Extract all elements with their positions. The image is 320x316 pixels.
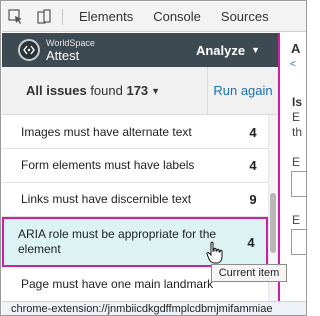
scrollbar-thumb[interactable] (270, 193, 276, 253)
details-text-fragment: E (292, 110, 301, 124)
list-item[interactable]: Links must have discernible text 9 (2, 183, 268, 217)
list-item-selected[interactable]: ARIA role must be appropriate for the el… (2, 217, 268, 267)
attest-logo-icon (18, 39, 40, 61)
details-text-fragment: th (292, 125, 303, 139)
device-toolbar-icon[interactable] (30, 2, 58, 32)
attest-header: WorldSpace Attest Analyze ▼ (2, 33, 278, 67)
issues-filter-label: All issues (26, 83, 87, 98)
chevron-down-icon: ▼ (251, 45, 260, 55)
issue-label: Links must have discernible text (21, 192, 192, 206)
logo-bottom-text: Attest (46, 47, 80, 63)
tab-sources[interactable]: Sources (211, 2, 279, 32)
toolbar-divider (62, 8, 63, 25)
chevron-down-icon: ▼ (151, 85, 161, 96)
issue-count: 4 (249, 158, 257, 173)
issue-count: 4 (249, 125, 257, 140)
hand-pointer-icon (204, 241, 226, 265)
browser-frame: Elements Console Sources WorldSpace Atte… (0, 0, 307, 316)
issue-label: Images must have alternate text (21, 125, 192, 139)
issue-count: 9 (249, 192, 257, 207)
issue-label: Form elements must have labels (21, 158, 195, 172)
logo-text: WorldSpace Attest (46, 37, 95, 63)
details-field-input[interactable] (291, 229, 306, 255)
list-item[interactable]: Images must have alternate text 4 (2, 117, 268, 149)
previous-issue-link[interactable]: < (290, 59, 296, 70)
analyze-button[interactable]: Analyze ▼ (196, 43, 260, 58)
issue-details-panel: A < Is E th E E (278, 33, 306, 301)
details-title-fragment: A (291, 41, 301, 56)
issues-count: 173 (126, 83, 149, 98)
analyze-label: Analyze (195, 42, 246, 58)
worldspace-attest-logo: WorldSpace Attest (18, 37, 95, 63)
issues-filter-dropdown[interactable]: All issues found 173 ▼ (2, 67, 207, 115)
status-bar-url: chrome-extension://jnmbiicdkgdffmplcdbmj… (2, 301, 306, 315)
details-heading-fragment: Is (292, 95, 303, 109)
list-item[interactable]: Form elements must have labels 4 (2, 149, 268, 183)
tab-console[interactable]: Console (143, 2, 211, 32)
details-field-label: E (292, 213, 301, 227)
issue-label: ARIA role must be appropriate for the el… (18, 227, 217, 256)
inspect-element-icon[interactable] (2, 2, 30, 32)
issues-found-text: found (86, 83, 127, 98)
issue-count: 4 (247, 234, 255, 250)
issue-label: Page must have one main landmark (21, 276, 214, 291)
details-field-label: E (292, 155, 301, 169)
issues-summary: All issues found 173 ▼ Run again (2, 66, 278, 115)
tab-elements[interactable]: Elements (69, 2, 143, 32)
logo-top-text: WorldSpace (46, 37, 95, 48)
details-field-input[interactable] (291, 171, 306, 197)
devtools-toolbar: Elements Console Sources (2, 2, 306, 32)
run-again-button[interactable]: Run again (207, 66, 278, 115)
current-item-tooltip: Current item (211, 264, 287, 282)
